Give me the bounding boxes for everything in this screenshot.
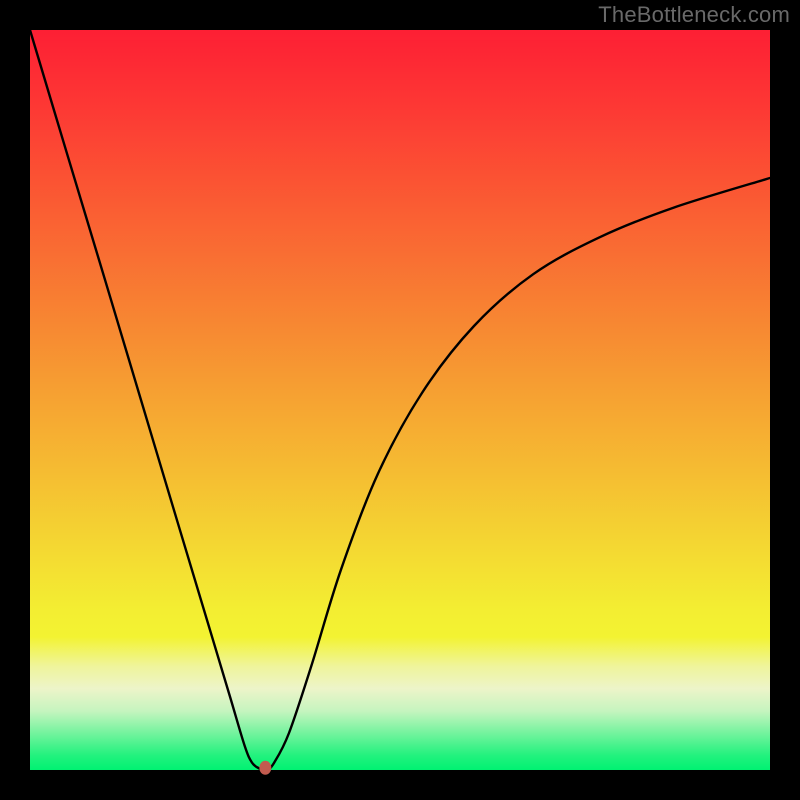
- watermark-text: TheBottleneck.com: [598, 2, 790, 28]
- chart-svg: [0, 0, 800, 800]
- chart-frame: { "watermark": "TheBottleneck.com", "gra…: [0, 0, 800, 800]
- min-marker: [259, 761, 271, 775]
